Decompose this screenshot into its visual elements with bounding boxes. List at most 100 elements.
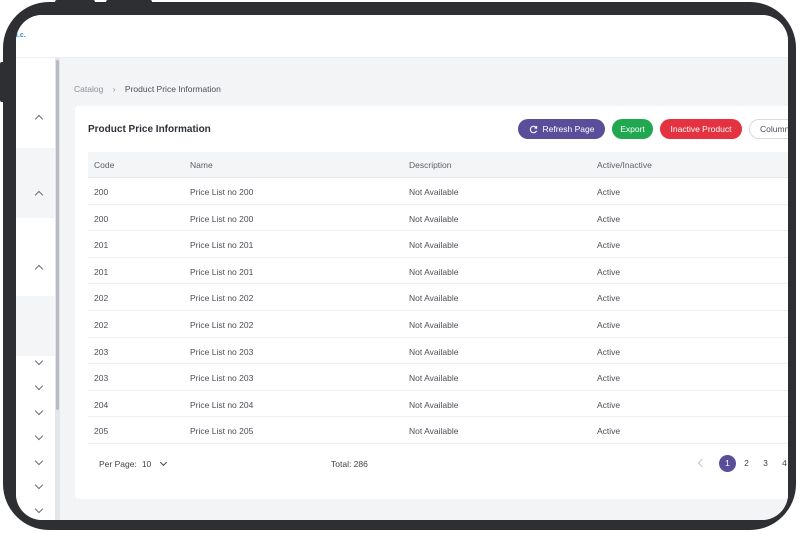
pagination: 1 2 3 4: [697, 454, 788, 472]
cell-description: Not Available: [409, 293, 459, 304]
cell-name: Price List no 201: [190, 240, 254, 251]
cell-status: Active: [597, 293, 621, 304]
chevron-down-icon[interactable]: [34, 480, 44, 490]
inactive-product-button[interactable]: Inactive Product: [660, 119, 742, 139]
cell-status: Active: [597, 373, 621, 384]
export-label: Export: [620, 124, 645, 134]
breadcrumb-current: Product Price Information: [124, 84, 221, 94]
page-button-4[interactable]: 4: [776, 455, 788, 472]
table-row[interactable]: 202 Price List no 202 Not Available Acti…: [88, 284, 788, 311]
cell-description: Not Available: [409, 187, 459, 197]
per-page-label: Per Page:: [99, 459, 137, 469]
table-row[interactable]: 203 Price List no 203 Not Available Acti…: [88, 364, 788, 391]
refresh-page-label: Refresh Page: [542, 124, 595, 134]
cell-status: Active: [597, 213, 621, 224]
tablet-frame: i.c. Catalog › Product Price Information: [3, 2, 796, 530]
cell-code: 202: [94, 320, 109, 330]
cell-status: Active: [597, 426, 621, 437]
cell-name: Price List no 200: [190, 213, 254, 224]
inactive-product-label: Inactive Product: [670, 124, 732, 134]
table-row[interactable]: 205 Price List no 205 Not Available Acti…: [88, 417, 788, 444]
table-row[interactable]: 204 Price List no 204 Not Available Acti…: [88, 391, 788, 418]
chevron-down-icon[interactable]: [34, 356, 44, 366]
cell-name: Price List no 201: [190, 266, 254, 277]
chevron-up-icon[interactable]: [34, 264, 44, 274]
cell-description: Not Available: [409, 399, 459, 410]
column-header-description[interactable]: Description: [409, 160, 452, 170]
sidebar: [16, 58, 55, 520]
cell-description: Not Available: [409, 213, 459, 224]
cell-code: 205: [94, 426, 109, 437]
cell-code: 204: [94, 399, 109, 410]
cell-code: 203: [94, 373, 109, 384]
cell-name: Price List no 205: [190, 426, 254, 437]
page-button-3[interactable]: 3: [757, 455, 774, 472]
per-page-select[interactable]: 10: [141, 458, 168, 469]
table-row[interactable]: 203 Price List no 203 Not Available Acti…: [88, 338, 788, 365]
total-count: Total: 286: [331, 459, 368, 469]
table-header: Code Name Description Active/Inactive: [88, 152, 788, 178]
per-page-value: 10: [141, 459, 152, 469]
chevron-down-icon[interactable]: [34, 406, 44, 416]
table-row[interactable]: 200 Price List no 200 Not Available Acti…: [88, 178, 788, 205]
table-row[interactable]: 200 Price List no 200 Not Available Acti…: [88, 205, 788, 232]
table-row[interactable]: 201 Price List no 201 Not Available Acti…: [88, 258, 788, 285]
cell-description: Not Available: [409, 266, 459, 277]
cell-status: Active: [597, 187, 621, 197]
cell-code: 200: [94, 187, 109, 197]
sidebar-section-band: [16, 296, 55, 356]
chevron-down-icon: [160, 458, 168, 467]
chevron-down-icon[interactable]: [34, 431, 44, 441]
cell-code: 201: [94, 266, 109, 277]
cell-status: Active: [597, 399, 621, 410]
cell-status: Active: [597, 266, 621, 277]
cell-description: Not Available: [409, 346, 459, 357]
per-page-control: Per Page: 10: [99, 458, 168, 469]
columns-label: Columns: [760, 124, 788, 134]
cell-name: Price List no 203: [190, 373, 254, 384]
sidebar-scrollbar-thumb[interactable]: [56, 60, 59, 410]
cell-status: Active: [597, 320, 621, 330]
chevron-up-icon[interactable]: [34, 114, 44, 124]
cell-description: Not Available: [409, 240, 459, 251]
cell-name: Price List no 202: [190, 320, 254, 330]
cell-code: 200: [94, 213, 109, 224]
cell-status: Active: [597, 240, 621, 251]
column-header-code[interactable]: Code: [94, 160, 114, 170]
cell-description: Not Available: [409, 373, 459, 384]
page-button-1[interactable]: 1: [719, 454, 736, 472]
sidebar-section-band: [16, 148, 55, 218]
refresh-page-button[interactable]: Refresh Page: [518, 119, 605, 139]
column-header-name[interactable]: Name: [190, 160, 213, 170]
cell-description: Not Available: [409, 426, 459, 437]
breadcrumb-separator: ›: [112, 84, 116, 94]
columns-button[interactable]: Columns: [749, 119, 788, 139]
cell-name: Price List no 200: [190, 187, 254, 197]
previous-page-icon[interactable]: [697, 458, 707, 468]
cell-code: 201: [94, 240, 109, 251]
chevron-down-icon[interactable]: [34, 381, 44, 391]
breadcrumb: Catalog › Product Price Information: [74, 84, 221, 94]
cell-code: 202: [94, 293, 109, 304]
breadcrumb-root[interactable]: Catalog: [74, 84, 103, 94]
price-info-card: Product Price Information Refresh Page E…: [75, 106, 788, 499]
table-row[interactable]: 202 Price List no 202 Not Available Acti…: [88, 311, 788, 338]
cell-status: Active: [597, 346, 621, 357]
chevron-down-icon[interactable]: [34, 504, 44, 514]
brand-logo-fragment: i.c.: [16, 32, 26, 39]
cell-name: Price List no 202: [190, 293, 254, 304]
export-button[interactable]: Export: [612, 119, 653, 139]
cell-code: 203: [94, 346, 109, 357]
chevron-down-icon[interactable]: [34, 456, 44, 466]
main-content: Catalog › Product Price Information Prod…: [60, 58, 788, 520]
column-header-status[interactable]: Active/Inactive: [597, 160, 652, 170]
cell-description: Not Available: [409, 320, 459, 330]
cell-name: Price List no 203: [190, 346, 254, 357]
page-title: Product Price Information: [88, 124, 211, 135]
screen: i.c. Catalog › Product Price Information: [16, 15, 788, 520]
cell-name: Price List no 204: [190, 399, 254, 410]
refresh-icon: [529, 125, 537, 133]
page-button-2[interactable]: 2: [738, 455, 755, 472]
top-bar: i.c.: [16, 15, 788, 58]
table-row[interactable]: 201 Price List no 201 Not Available Acti…: [88, 231, 788, 258]
